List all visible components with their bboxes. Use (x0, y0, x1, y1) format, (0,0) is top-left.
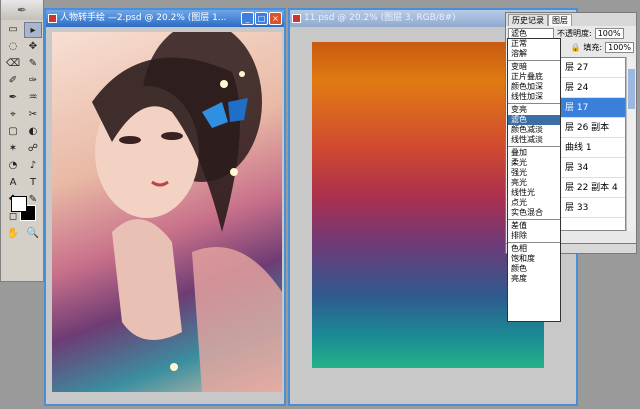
blend-mode-option[interactable]: 强光 (508, 168, 560, 178)
layer-row[interactable]: 层 34 (559, 158, 625, 178)
tool-3-icon[interactable]: ✥ (24, 39, 42, 55)
maximize-button[interactable]: □ (255, 12, 268, 25)
tool-1-icon[interactable]: ▸ (24, 22, 42, 38)
foreground-color[interactable] (11, 196, 27, 212)
blend-mode-option[interactable]: 正片叠底 (508, 72, 560, 82)
tool-8-icon[interactable]: ✒ (4, 90, 22, 106)
opacity-label: 不透明度: (557, 28, 592, 38)
menu-separator (508, 103, 560, 104)
blend-mode-option[interactable]: 颜色加深 (508, 82, 560, 92)
blend-mode-option[interactable]: 变暗 (508, 62, 560, 72)
blend-mode-option[interactable]: 点光 (508, 198, 560, 208)
layer-row[interactable]: 层 33 (559, 198, 625, 218)
blend-mode-option[interactable]: 线性加深 (508, 92, 560, 102)
fill-input[interactable]: 100% (605, 41, 634, 53)
portrait-illustration (92, 32, 282, 392)
blend-mode-option[interactable]: 溶解 (508, 49, 560, 59)
blend-mode-option[interactable]: 亮度 (508, 274, 560, 284)
tab-history[interactable]: 历史记录 (508, 14, 548, 26)
panel-tabs: 历史记录 图层 (506, 13, 636, 26)
tool-18-icon[interactable]: A (4, 175, 22, 191)
blend-mode-option[interactable]: 颜色 (508, 264, 560, 274)
tool-12-icon[interactable]: ▢ (4, 124, 22, 140)
layer-row[interactable]: 层 17 (559, 98, 625, 118)
blend-mode-option[interactable]: 叠加 (508, 148, 560, 158)
tool-24-icon[interactable]: ✋ (4, 226, 22, 242)
minimize-button[interactable]: _ (241, 12, 254, 25)
fill-label: 填充: (583, 42, 603, 52)
opacity-input[interactable]: 100% (594, 27, 624, 39)
layer-row[interactable]: 层 26 副本 (559, 118, 625, 138)
portrait-canvas[interactable] (52, 32, 282, 392)
tool-4-icon[interactable]: ⌫ (4, 56, 22, 72)
tool-9-icon[interactable]: ♒ (24, 90, 42, 106)
blend-mode-select[interactable]: 滤色 (508, 27, 554, 39)
blend-mode-dropdown: 正常 溶解变暗 正片叠底 颜色加深 线性加深变亮 滤色 颜色减淡 线性减淡叠加 柔光 强光 亮光 线性… (507, 38, 561, 322)
toolbox: ✒ ▭▸◌✥⌫✎✐✑✒♒⌖✂▢◐✶☍◔♪AT✤✎◻✐✋🔍 (0, 0, 44, 282)
tool-15-icon[interactable]: ☍ (24, 141, 42, 157)
layer-list: 层 27 层 24 层 17 层 26 副本 曲线 1层 34 层 22 副本 4层 33 (558, 57, 626, 231)
blend-mode-option[interactable]: 差值 (508, 221, 560, 231)
tool-13-icon[interactable]: ◐ (24, 124, 42, 140)
layers-scrollbar[interactable] (626, 57, 635, 231)
layer-row[interactable]: 曲线 1 (559, 138, 625, 158)
tool-7-icon[interactable]: ✑ (24, 73, 42, 89)
blend-mode-option[interactable]: 线性光 (508, 188, 560, 198)
window-1-titlebar[interactable]: 人物转手绘 —2.psd @ 20.2% (图层 1... _ □ × (46, 10, 284, 27)
tab-layers[interactable]: 图层 (548, 14, 572, 26)
blend-mode-option[interactable]: 变亮 (508, 105, 560, 115)
document-icon (292, 14, 301, 23)
blend-mode-option[interactable]: 柔光 (508, 158, 560, 168)
document-window-1[interactable]: 人物转手绘 —2.psd @ 20.2% (图层 1... _ □ × (44, 8, 286, 406)
blend-mode-option[interactable]: 实色混合 (508, 208, 560, 218)
document-icon (48, 14, 57, 23)
layer-row[interactable]: 层 22 副本 4 (559, 178, 625, 198)
blend-mode-option[interactable]: 亮光 (508, 178, 560, 188)
window-1-title: 人物转手绘 —2.psd @ 20.2% (图层 1... (60, 13, 227, 23)
blend-mode-option[interactable]: 色相 (508, 244, 560, 254)
blend-mode-option[interactable]: 排除 (508, 231, 560, 241)
tool-16-icon[interactable]: ◔ (4, 158, 22, 174)
blend-mode-option[interactable]: 线性减淡 (508, 135, 560, 145)
tool-0-icon[interactable]: ▭ (4, 22, 22, 38)
blend-mode-option[interactable]: 正常 (508, 39, 560, 49)
color-swatches[interactable] (11, 196, 37, 222)
tool-6-icon[interactable]: ✐ (4, 73, 22, 89)
blend-mode-option[interactable]: 饱和度 (508, 254, 560, 264)
tool-25-icon[interactable]: 🔍 (24, 226, 42, 242)
layer-row[interactable]: 层 24 (559, 78, 625, 98)
toolbox-header[interactable]: ✒ (1, 0, 43, 20)
tool-19-icon[interactable]: T (24, 175, 42, 191)
close-button[interactable]: × (269, 12, 282, 25)
tool-11-icon[interactable]: ✂ (24, 107, 42, 123)
lock-icon[interactable]: 🔒 (570, 43, 580, 52)
menu-separator (508, 146, 560, 147)
tool-14-icon[interactable]: ✶ (4, 141, 22, 157)
layer-row[interactable]: 层 27 (559, 58, 625, 78)
window-2-title: 11.psd @ 20.2% (图层 3, RGB/8#) (304, 13, 456, 23)
tool-17-icon[interactable]: ♪ (24, 158, 42, 174)
feather-icon: ✒ (16, 3, 28, 17)
menu-separator (508, 219, 560, 220)
blend-mode-option[interactable]: 滤色 (508, 115, 560, 125)
menu-separator (508, 60, 560, 61)
menu-separator (508, 242, 560, 243)
tool-5-icon[interactable]: ✎ (24, 56, 42, 72)
tool-10-icon[interactable]: ⌖ (4, 107, 22, 123)
tool-2-icon[interactable]: ◌ (4, 39, 22, 55)
blend-mode-option[interactable]: 颜色减淡 (508, 125, 560, 135)
